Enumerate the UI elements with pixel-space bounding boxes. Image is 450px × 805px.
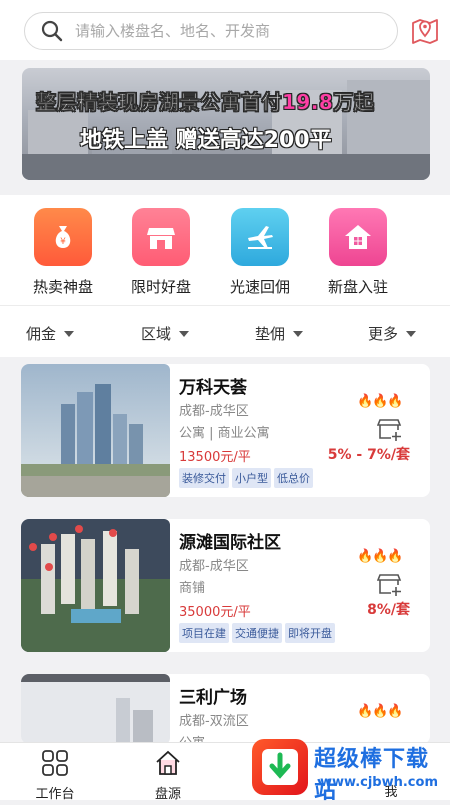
listing-price: 35000元/平 — [179, 605, 251, 620]
quick-item-limited[interactable]: 限时好盘 — [115, 208, 207, 297]
listing-tag: 低总价 — [274, 468, 313, 488]
filter-commission[interactable]: 佣金 — [26, 323, 75, 344]
hot-flame-icon: 🔥🔥🔥 — [357, 394, 404, 409]
listing-type: 公寓 | 商业公寓 — [179, 426, 270, 441]
banner-headline: 整层精装现房湖景公寓首付19.8万起 — [36, 90, 375, 114]
tab-label: 盘源 — [154, 787, 181, 802]
banner-highlight-price: 19.8 — [282, 90, 334, 114]
hot-flame-icon: 🔥🔥🔥 — [357, 549, 404, 564]
hot-flame-icon: 🔥🔥🔥 — [357, 704, 404, 719]
filter-bar: 佣金 区域 垫佣 更多 — [0, 305, 450, 357]
listing-tag: 小户型 — [232, 468, 271, 488]
quick-item-label: 新盘入驻 — [327, 278, 388, 296]
plane-icon — [231, 208, 289, 266]
grid-icon — [42, 750, 68, 776]
listing-tags: 项目在建 交通便捷 即将开盘 — [179, 623, 338, 643]
quick-entry-grid: ¥ 热卖神盘 限时好盘 光速回佣 新盘入驻 — [0, 195, 450, 305]
dropdown-arrow-icon — [64, 330, 75, 337]
filter-more[interactable]: 更多 — [368, 323, 417, 344]
listing-name: 万科天荟 — [179, 378, 247, 398]
dropdown-arrow-icon — [179, 330, 190, 337]
listing-tag: 交通便捷 — [232, 623, 282, 643]
listing-tags: 装修交付 小户型 低总价 — [179, 468, 316, 488]
listing-photo — [21, 519, 170, 652]
add-to-store-icon[interactable] — [377, 416, 403, 442]
tab-listings[interactable]: 盘源 — [133, 749, 203, 802]
top-bar — [0, 0, 450, 60]
listing-price: 13500元/平 — [179, 450, 251, 465]
filter-advance[interactable]: 垫佣 — [255, 323, 304, 344]
listing-region: 成都-双流区 — [179, 714, 249, 729]
quick-item-label: 光速回佣 — [229, 278, 290, 296]
home-icon — [156, 750, 180, 775]
filter-region[interactable]: 区域 — [141, 323, 190, 344]
listing-card[interactable]: 源滩国际社区 成都-成华区 商铺 35000元/平 项目在建 交通便捷 即将开盘… — [21, 519, 430, 652]
listing-region: 成都-成华区 — [179, 559, 249, 574]
quick-item-new[interactable]: 新盘入驻 — [312, 208, 404, 297]
dropdown-arrow-icon — [293, 330, 304, 337]
watermark-brand: 超级棒下载站 — [314, 747, 430, 804]
banner-subline: 地铁上盖 赠送高达200平 — [80, 128, 332, 153]
listing-tag: 即将开盘 — [285, 623, 335, 643]
search-input[interactable] — [75, 22, 355, 40]
site-watermark: 超级棒下载站 www.cjbwh.com — [250, 733, 450, 804]
listing-commission: 8%/套 — [367, 602, 410, 618]
svg-text:¥: ¥ — [60, 237, 66, 247]
listing-card[interactable]: 万科天荟 成都-成华区 公寓 | 商业公寓 13500元/平 装修交付 小户型 … — [21, 364, 430, 497]
promo-banner[interactable]: 整层精装现房湖景公寓首付19.8万起 地铁上盖 赠送高达200平 — [22, 68, 430, 180]
watermark-url: www.cjbwh.com — [320, 775, 438, 790]
dropdown-arrow-icon — [406, 330, 417, 337]
listing-region: 成都-成华区 — [179, 404, 249, 419]
search-icon — [41, 20, 63, 42]
search-box[interactable] — [24, 12, 398, 50]
listing-photo — [21, 674, 170, 744]
listing-name: 源滩国际社区 — [179, 533, 281, 553]
listing-tag: 装修交付 — [179, 468, 229, 488]
listing-name: 三利广场 — [179, 688, 247, 708]
money-bag-icon: ¥ — [34, 208, 92, 266]
house-icon — [329, 208, 387, 266]
listing-type: 商铺 — [179, 581, 206, 596]
quick-item-hot[interactable]: ¥ 热卖神盘 — [17, 208, 109, 297]
tab-workbench[interactable]: 工作台 — [20, 749, 90, 802]
listing-tag: 项目在建 — [179, 623, 229, 643]
listing-commission: 5% - 7%/套 — [327, 447, 410, 463]
map-location-icon[interactable] — [410, 14, 440, 46]
add-to-store-icon[interactable] — [377, 571, 403, 597]
quick-item-label: 热卖神盘 — [32, 278, 93, 296]
tab-label: 工作台 — [35, 787, 75, 802]
shop-icon — [132, 208, 190, 266]
watermark-logo — [252, 739, 308, 795]
quick-item-label: 限时好盘 — [130, 278, 191, 296]
quick-item-fast[interactable]: 光速回佣 — [214, 208, 306, 297]
listing-photo — [21, 364, 170, 497]
